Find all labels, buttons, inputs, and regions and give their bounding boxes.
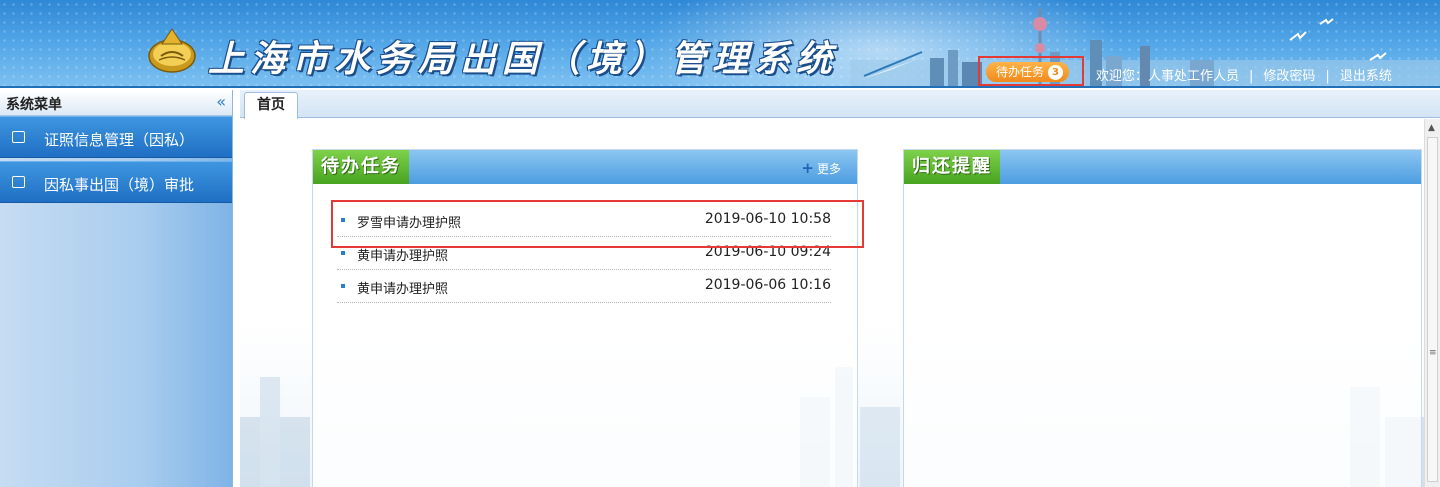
highlight-box-todo-badge (978, 56, 1084, 86)
return-reminder-panel: 归还提醒 (903, 149, 1422, 487)
sidebar-item-travel-approval[interactable]: 因私事出国（境）审批 (0, 161, 232, 203)
plus-icon: + (801, 159, 814, 177)
highlight-box-first-task (331, 200, 864, 248)
vertical-scrollbar[interactable]: ▲ ≡ (1424, 119, 1440, 487)
list-item[interactable]: 黄申请办理护照 2019-06-06 10:16 (337, 270, 831, 303)
more-link[interactable]: + 更多 (801, 159, 841, 177)
scroll-up-arrow-icon[interactable]: ▲ (1428, 123, 1435, 133)
bullet-icon (341, 284, 345, 288)
todo-panel-header: 待办任务 + 更多 (313, 150, 857, 184)
sidebar-title: 系统菜单 (6, 97, 62, 113)
main-content: 待办任务 + 更多 罗雪申请办理护照 2019-06-10 10:58 黄申请办理… (240, 119, 1424, 487)
task-time: 2019-06-06 10:16 (704, 277, 831, 293)
welcome-text: 欢迎您：人事处工作人员 (1096, 69, 1240, 84)
sidebar-item-label: 因私事出国（境）审批 (44, 176, 195, 194)
image-icon (12, 131, 25, 143)
sidebar-header: 系统菜单 « (0, 90, 232, 116)
emblem-logo-icon (148, 28, 196, 73)
separator: | (1249, 69, 1254, 84)
collapse-sidebar-icon[interactable]: « (216, 92, 226, 111)
scrollbar-thumb[interactable] (1427, 137, 1438, 482)
scrollbar-grip-icon: ≡ (1429, 348, 1437, 358)
separator: | (1325, 69, 1330, 84)
header-banner: 上海市水务局出国（境）管理系统 待办任务 3 欢迎您：人事处工作人员 | 修改密码 | 退… (0, 0, 1440, 88)
tab-strip: 首页 (240, 90, 1440, 119)
sidebar: 系统菜单 « 证照信息管理（因私） 因私事出国（境）审批 (0, 90, 233, 487)
sidebar-item-label: 证照信息管理（因私） (44, 131, 195, 149)
task-name: 黄申请办理护照 (357, 282, 449, 297)
system-title: 上海市水务局出国（境）管理系统 (208, 39, 839, 80)
tab-home[interactable]: 首页 (244, 92, 298, 119)
user-bar: 欢迎您：人事处工作人员 | 修改密码 | 退出系统 (1096, 65, 1392, 84)
return-panel-title: 归还提醒 (904, 150, 1000, 184)
more-label: 更多 (816, 162, 841, 176)
todo-panel-title: 待办任务 (313, 150, 409, 184)
sidebar-item-passport-info[interactable]: 证照信息管理（因私） (0, 116, 232, 158)
bullet-icon (341, 251, 345, 255)
return-panel-header: 归还提醒 (904, 150, 1421, 184)
logout-link[interactable]: 退出系统 (1340, 69, 1392, 84)
change-password-link[interactable]: 修改密码 (1263, 69, 1315, 84)
edit-icon (12, 176, 25, 188)
